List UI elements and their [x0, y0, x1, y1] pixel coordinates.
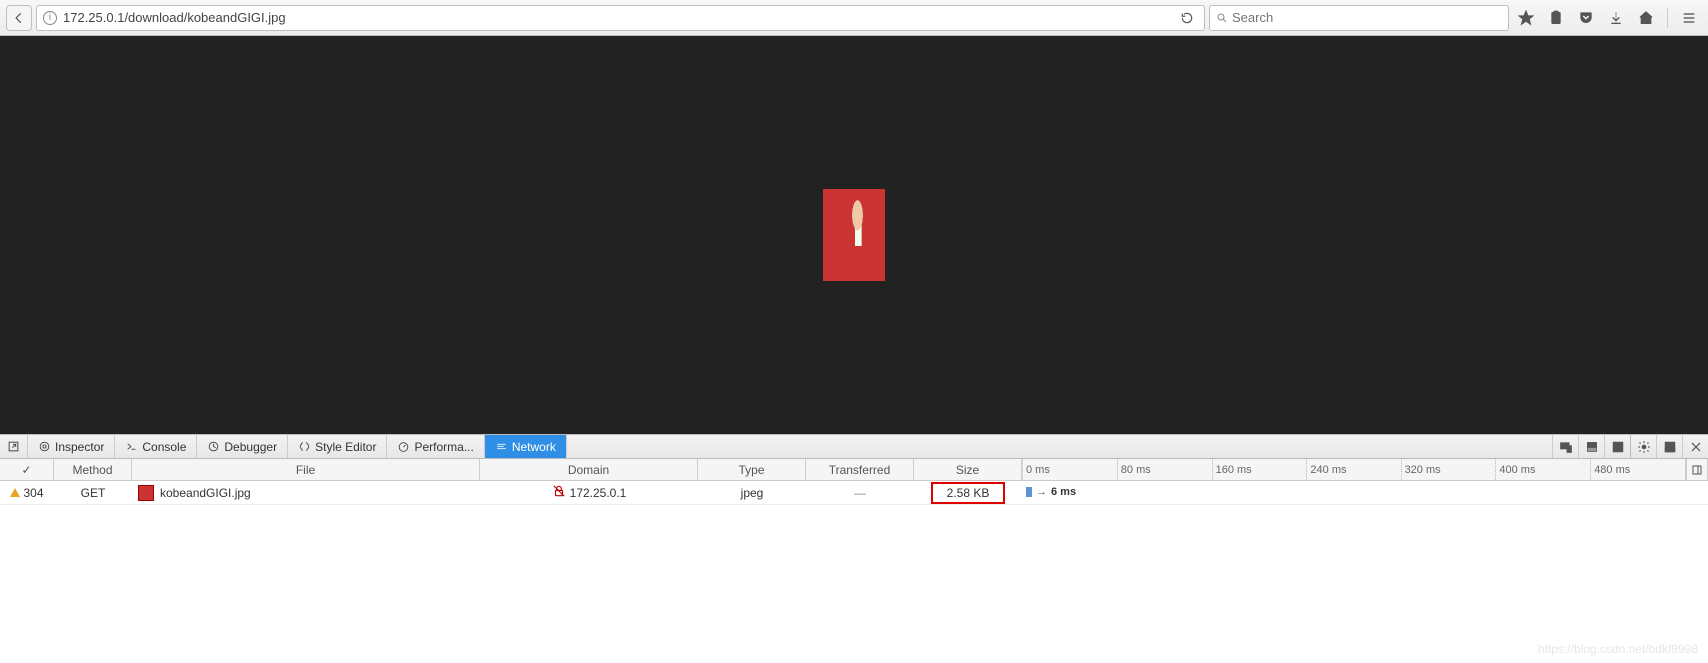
tab-performance-label: Performa...	[414, 440, 473, 454]
col-timeline[interactable]: 0 ms 80 ms 160 ms 240 ms 320 ms 400 ms 4…	[1022, 459, 1686, 480]
timing-bar	[1026, 487, 1032, 497]
clipboard-icon[interactable]	[1543, 5, 1569, 31]
browser-toolbar: i 172.25.0.1/download/kobeandGIGI.jpg	[0, 0, 1708, 36]
details-pane-toggle-icon[interactable]	[1686, 459, 1708, 480]
pocket-icon[interactable]	[1573, 5, 1599, 31]
back-button[interactable]	[6, 5, 32, 31]
devtools-window-icon[interactable]	[1604, 435, 1630, 458]
insecure-lock-icon	[552, 484, 566, 501]
search-bar[interactable]	[1209, 5, 1509, 31]
home-icon[interactable]	[1633, 5, 1659, 31]
col-domain[interactable]: Domain	[480, 459, 698, 480]
cell-type: jpeg	[698, 481, 806, 504]
url-text: 172.25.0.1/download/kobeandGIGI.jpg	[63, 10, 1170, 25]
tab-style-editor[interactable]: Style Editor	[288, 435, 387, 458]
timeline-tick: 240 ms	[1306, 459, 1346, 480]
devtools-close-icon[interactable]	[1682, 435, 1708, 458]
col-type[interactable]: Type	[698, 459, 806, 480]
file-thumbnail-icon	[138, 485, 154, 501]
reload-button[interactable]	[1176, 7, 1198, 29]
devtools-panel: Inspector Console Debugger Style Editor …	[0, 434, 1708, 660]
col-method[interactable]: Method	[54, 459, 132, 480]
col-transferred[interactable]: Transferred	[806, 459, 914, 480]
row-end-spacer	[1686, 481, 1708, 504]
cell-domain: 172.25.0.1	[480, 481, 698, 504]
search-input[interactable]	[1232, 10, 1502, 25]
tab-network-label: Network	[512, 440, 556, 454]
tab-debugger[interactable]: Debugger	[197, 435, 288, 458]
cell-size: 2.58 KB	[914, 481, 1022, 504]
devtools-right-controls	[1552, 435, 1708, 458]
timing-text: 6 ms	[1051, 486, 1076, 498]
network-header-row: ✓ Method File Domain Type Transferred Si…	[0, 459, 1708, 481]
timeline-tick: 0 ms	[1022, 459, 1050, 480]
domain-text: 172.25.0.1	[570, 486, 627, 500]
file-name: kobeandGIGI.jpg	[160, 486, 251, 500]
watermark-text: https://blog.csdn.net/bdkf9998	[1538, 642, 1698, 656]
devtools-tabs: Inspector Console Debugger Style Editor …	[0, 435, 1708, 459]
devtools-popout-icon[interactable]	[0, 435, 28, 458]
downloads-icon[interactable]	[1603, 5, 1629, 31]
cell-timeline: → 6 ms	[1022, 481, 1686, 504]
col-file[interactable]: File	[132, 459, 480, 480]
split-console-icon[interactable]	[1578, 435, 1604, 458]
timeline-tick: 160 ms	[1212, 459, 1252, 480]
cell-method: GET	[54, 481, 132, 504]
viewed-image	[823, 189, 885, 281]
cell-status: 304	[0, 481, 54, 504]
status-warning-icon	[10, 488, 20, 497]
tab-debugger-label: Debugger	[224, 440, 277, 454]
info-icon[interactable]: i	[43, 11, 57, 25]
content-area	[0, 36, 1708, 434]
arrow-icon: →	[1036, 486, 1047, 498]
tab-style-label: Style Editor	[315, 440, 376, 454]
search-icon	[1216, 12, 1228, 24]
devtools-settings-icon[interactable]	[1630, 435, 1656, 458]
col-size[interactable]: Size	[914, 459, 1022, 480]
timeline-tick: 320 ms	[1401, 459, 1441, 480]
network-request-row[interactable]: 304 GET kobeandGIGI.jpg 172.25.0.1 jpeg …	[0, 481, 1708, 505]
bookmark-star-icon[interactable]	[1513, 5, 1539, 31]
tab-console[interactable]: Console	[115, 435, 197, 458]
tab-inspector[interactable]: Inspector	[28, 435, 115, 458]
menu-icon[interactable]	[1676, 5, 1702, 31]
divider	[1667, 8, 1668, 28]
timeline-tick: 80 ms	[1117, 459, 1151, 480]
cell-file: kobeandGIGI.jpg	[132, 481, 480, 504]
size-highlight: 2.58 KB	[931, 482, 1006, 504]
tab-inspector-label: Inspector	[55, 440, 104, 454]
col-status[interactable]: ✓	[0, 459, 54, 480]
status-code: 304	[23, 486, 43, 500]
cell-transferred: —	[806, 481, 914, 504]
timeline-tick: 400 ms	[1495, 459, 1535, 480]
devtools-dock-icon[interactable]	[1656, 435, 1682, 458]
responsive-mode-icon[interactable]	[1552, 435, 1578, 458]
tab-console-label: Console	[142, 440, 186, 454]
url-bar[interactable]: i 172.25.0.1/download/kobeandGIGI.jpg	[36, 5, 1205, 31]
tab-network[interactable]: Network	[485, 435, 567, 458]
tab-performance[interactable]: Performa...	[387, 435, 484, 458]
timeline-tick: 480 ms	[1590, 459, 1630, 480]
